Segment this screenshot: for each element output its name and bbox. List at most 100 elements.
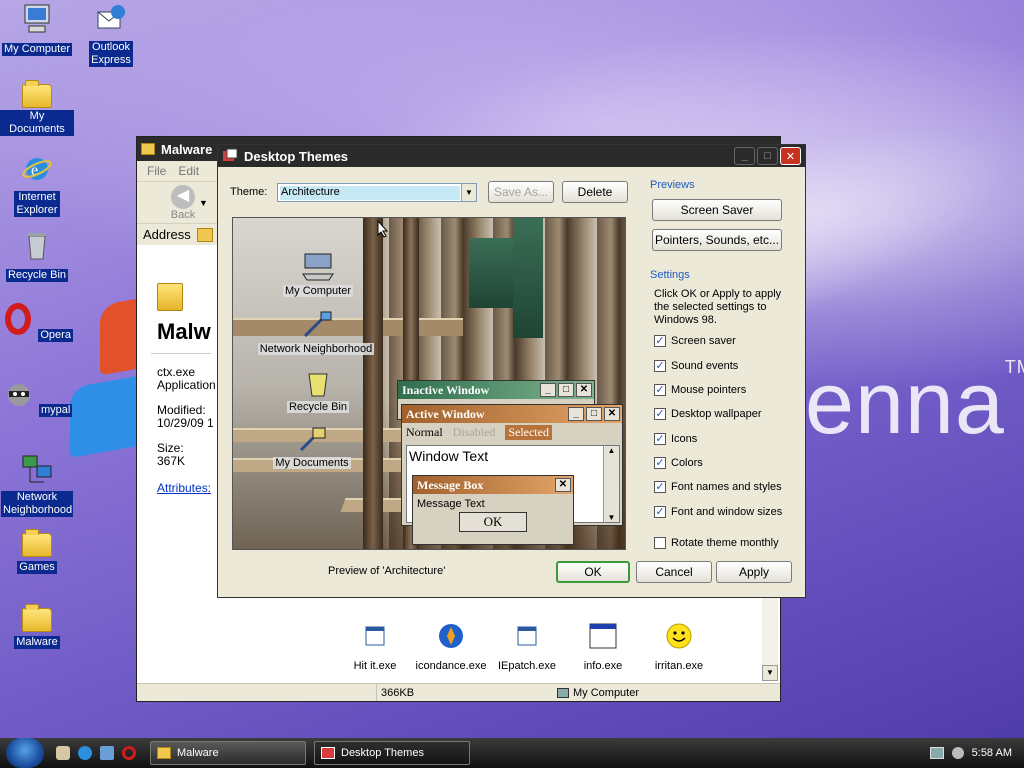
desktop-icon-mypal[interactable]: mypal (0, 377, 74, 417)
address-folder-icon[interactable] (196, 227, 213, 242)
maximize-icon: □ (558, 383, 574, 397)
desktop-icon-network-neighborhood[interactable]: Network Neighborhood (0, 452, 74, 517)
screen-saver-button[interactable]: Screen Saver (652, 199, 782, 221)
desktop-themes-dialog: Desktop Themes _ □ ✕ Theme: Architecture… (217, 144, 806, 598)
desktop-icon-games[interactable]: Games (0, 527, 74, 574)
close-button[interactable]: ✕ (780, 147, 801, 165)
folder-icon (22, 604, 52, 632)
attributes-link[interactable]: Attributes: (157, 482, 215, 495)
computer-icon (302, 253, 334, 281)
recycle-bin-icon (28, 233, 46, 260)
raccoon-icon (7, 384, 30, 406)
checkbox-check-icon: ✓ (654, 408, 666, 420)
exe-window-icon (517, 626, 537, 646)
checkbox-desktop-wallpaper[interactable]: ✓ Desktop wallpaper (654, 408, 762, 420)
pointers-sounds-button[interactable]: Pointers, Sounds, etc... (652, 229, 782, 251)
ok-button[interactable]: OK (556, 561, 630, 583)
file-item[interactable]: Hit it.exe (337, 621, 413, 672)
apply-button[interactable]: Apply (716, 561, 792, 583)
desktop-themes-icon (223, 148, 238, 161)
scroll-down-icon[interactable]: ▼ (762, 665, 778, 681)
preview-caption: Preview of 'Architecture' (328, 565, 446, 577)
theme-select[interactable]: Architecture ▼ (277, 183, 477, 202)
file-list: Hit it.exe icondance.exe IEpatch.exe inf… (337, 621, 717, 672)
quicklaunch-outlook-icon[interactable] (100, 746, 114, 760)
explorer-title: Malware (161, 141, 213, 157)
system-tray: 5:58 AM (924, 738, 1024, 768)
save-as-button[interactable]: Save As... (488, 181, 554, 203)
close-icon: ✕ (604, 407, 620, 421)
minimize-button[interactable]: _ (734, 147, 755, 165)
folder-name-heading: Malw (157, 319, 211, 344)
desktop-icon-internet-explorer[interactable]: e Internet Explorer (0, 152, 74, 217)
recycle-bin-icon (308, 373, 328, 397)
taskbar-item-malware[interactable]: Malware (150, 741, 306, 765)
checkbox-check-icon: ✓ (654, 481, 666, 493)
desktop-icon-recycle-bin[interactable]: Recycle Bin (0, 228, 74, 282)
desktop-icon-opera[interactable]: Opera (0, 302, 74, 342)
preview-icon-network-neighborhood: Network Neighborhood (241, 310, 391, 355)
modified-value: 10/29/09 1 (157, 416, 214, 430)
checkbox-font-names[interactable]: ✓ Font names and styles (654, 481, 782, 493)
minimize-icon: _ (540, 383, 556, 397)
settings-description: Click OK or Apply to apply the selected … (654, 288, 782, 326)
taskbar-item-desktop-themes[interactable]: Desktop Themes (314, 741, 470, 765)
application-window-icon (589, 623, 617, 649)
checkbox-colors[interactable]: ✓ Colors (654, 457, 703, 469)
quicklaunch-opera-icon[interactable] (122, 746, 136, 760)
desktop-icon-malware[interactable]: Malware (0, 602, 74, 649)
quicklaunch-ie-icon[interactable] (78, 746, 92, 760)
quicklaunch-pen-icon[interactable] (56, 746, 70, 760)
folder-icon (22, 529, 52, 557)
cancel-button[interactable]: Cancel (636, 561, 712, 583)
maximize-button[interactable]: □ (757, 147, 778, 165)
delete-button[interactable]: Delete (562, 181, 628, 203)
checkbox-empty (654, 537, 666, 549)
menu-file[interactable]: File (147, 164, 166, 178)
checkbox-mouse-pointers[interactable]: ✓ Mouse pointers (654, 384, 746, 396)
previews-header: Previews (650, 179, 695, 191)
internet-explorer-icon: e (22, 158, 52, 180)
checkbox-check-icon: ✓ (654, 335, 666, 347)
theme-preview: My Computer Network Neighborhood Recycle… (232, 217, 626, 550)
theme-select-value: Architecture (280, 186, 460, 200)
checkbox-sound-events[interactable]: ✓ Sound events (654, 360, 738, 372)
file-item[interactable]: icondance.exe (413, 621, 489, 672)
torch-icon (439, 624, 463, 648)
theme-label: Theme: (230, 186, 268, 198)
preview-scrollbar: ▲ ▼ (603, 446, 619, 522)
checkbox-check-icon: ✓ (654, 433, 666, 445)
documents-icon (299, 427, 326, 452)
desktop-icon-my-documents[interactable]: My Documents (0, 78, 74, 136)
back-dropdown-icon[interactable]: ▼ (199, 198, 208, 208)
checkbox-rotate-monthly[interactable]: Rotate theme monthly (654, 537, 779, 549)
close-icon: ✕ (576, 383, 592, 397)
clock[interactable]: 5:58 AM (972, 747, 1012, 759)
checkbox-check-icon: ✓ (654, 384, 666, 396)
mouse-cursor-icon (377, 220, 389, 238)
file-item[interactable]: info.exe (565, 621, 641, 672)
smiley-icon (666, 623, 692, 649)
start-button[interactable] (6, 738, 44, 768)
explorer-info-pane: Malw ctx.exe Application Modified: 10/29… (137, 261, 216, 681)
file-item[interactable]: irritan.exe (641, 621, 717, 672)
wallpaper-brand-text: ennaTM (805, 353, 1024, 452)
dialog-title-bar[interactable]: Desktop Themes _ □ ✕ (218, 145, 805, 167)
chevron-down-icon[interactable]: ▼ (461, 184, 476, 201)
network-icon (22, 455, 52, 483)
desktop-themes-icon (321, 747, 335, 759)
checkbox-icons[interactable]: ✓ Icons (654, 433, 697, 445)
desktop-icon-my-computer[interactable]: My Computer (0, 2, 74, 56)
desktop-icon-outlook-express[interactable]: Outlook Express (74, 2, 148, 67)
dialog-title: Desktop Themes (244, 148, 349, 164)
explorer-status-bar: 366KB My Computer (137, 683, 780, 701)
preview-icon-my-computer: My Computer (263, 252, 373, 297)
tray-network-icon[interactable] (929, 747, 944, 759)
computer-icon (557, 687, 569, 698)
file-item[interactable]: IEpatch.exe (489, 621, 565, 672)
checkbox-screen-saver[interactable]: ✓ Screen saver (654, 335, 736, 347)
tray-volume-icon[interactable] (951, 747, 964, 759)
preview-active-window: Active Window _ □ ✕ Normal Disabled Select… (401, 404, 623, 545)
menu-edit[interactable]: Edit (178, 164, 199, 178)
checkbox-font-sizes[interactable]: ✓ Font and window sizes (654, 506, 782, 518)
